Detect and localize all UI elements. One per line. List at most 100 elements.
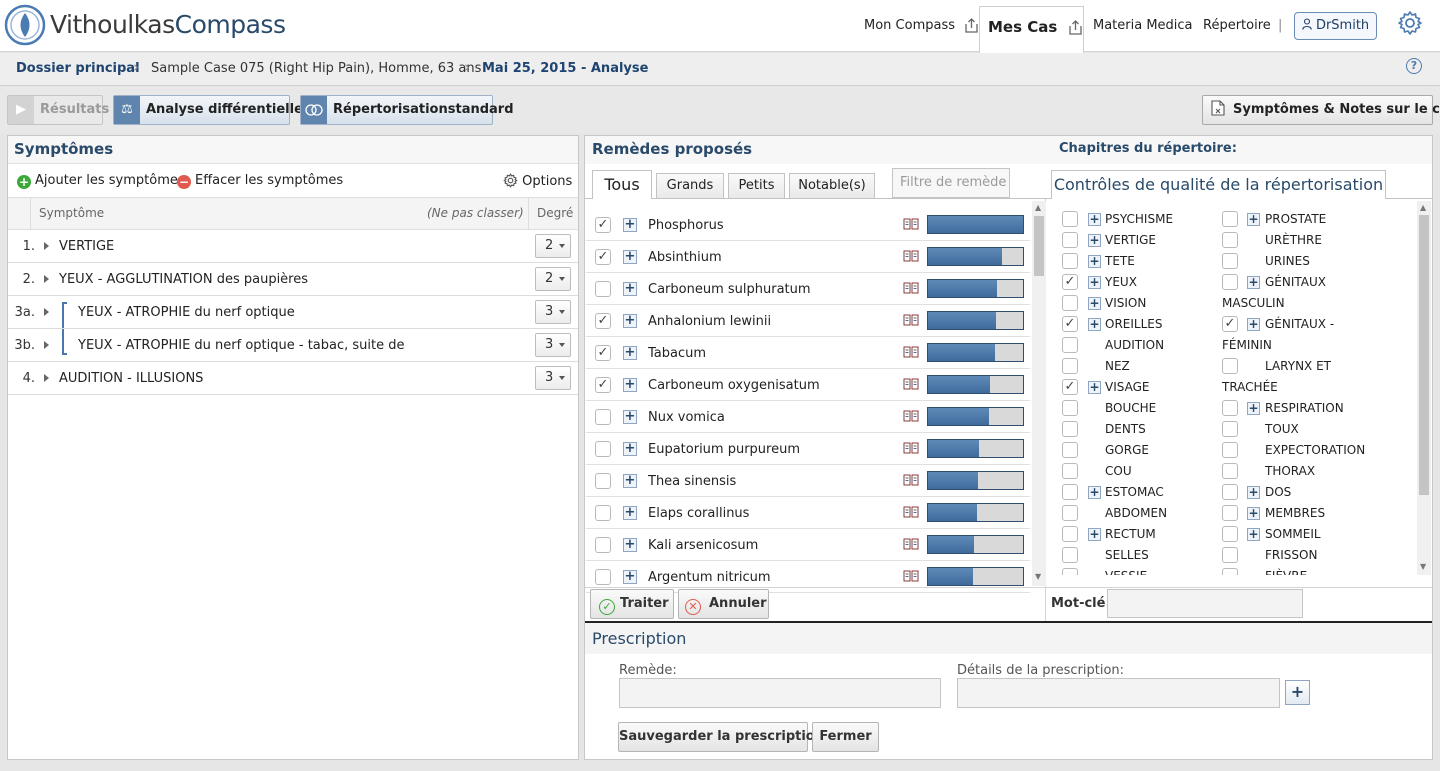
chapter-label[interactable]: YEUX [1105,275,1137,289]
degree-select[interactable]: 3 [535,366,571,390]
chapter-checkbox[interactable] [1062,442,1078,458]
expand-plus-icon[interactable]: + [1088,297,1101,310]
remedy-filter-input[interactable]: Filtre de remède [892,168,1010,198]
chapter-label[interactable]: DOS [1265,485,1291,499]
chapter-checkbox[interactable] [1062,400,1078,416]
chapter-checkbox[interactable] [1222,400,1238,416]
annuler-button[interactable]: ✕ Annuler [678,589,769,619]
chapter-label[interactable]: PROSTATE [1265,212,1326,226]
chapter-label[interactable]: ESTOMAC [1105,485,1164,499]
remedy-checkbox[interactable]: ✓ [595,345,611,361]
tab-petits[interactable]: Petits [728,173,785,198]
expand-plus-icon[interactable]: + [623,442,637,456]
chapter-label[interactable]: OREILLES [1105,317,1162,331]
repertorisation-standard-button[interactable]: Répertorisationstandard [300,95,514,125]
chapter-checkbox[interactable] [1222,526,1238,542]
close-button[interactable]: Fermer [812,722,879,752]
scroll-thumb[interactable] [1034,216,1044,276]
expand-plus-icon[interactable]: + [623,538,637,552]
remedy-name[interactable]: Anhalonium lewinii [648,314,771,329]
chapter-label[interactable]: EXPECTORATION [1265,443,1365,457]
chapter-checkbox[interactable] [1062,547,1078,563]
expand-plus-icon[interactable]: + [1088,528,1101,541]
chapter-checkbox[interactable]: ✓ [1062,274,1078,290]
expand-plus-icon[interactable]: + [1088,318,1101,331]
chapter-label[interactable]: VISAGE [1105,380,1149,394]
remedy-name[interactable]: Carboneum sulphuratum [648,282,811,297]
details-input[interactable] [957,678,1280,708]
expand-plus-icon[interactable]: + [1247,213,1260,226]
chapter-label[interactable]: COU [1105,464,1132,478]
chapter-label[interactable]: AUDITION [1105,338,1164,352]
breadcrumb-analyse[interactable]: Mai 25, 2015 - Analyse [482,61,648,76]
chapter-checkbox[interactable] [1062,253,1078,269]
book-icon[interactable] [903,409,919,422]
chapter-label[interactable]: RESPIRATION [1265,401,1344,415]
remedy-checkbox[interactable]: ✓ [595,217,611,233]
chapter-label[interactable]: TETE [1105,254,1135,268]
column-ne-pas-classer[interactable]: (Ne pas classer) [427,206,524,220]
chapter-checkbox[interactable] [1222,505,1238,521]
chapter-label[interactable]: URÈTHRE [1265,233,1322,247]
chapter-checkbox[interactable] [1222,463,1238,479]
chapter-label[interactable]: FRISSON [1265,548,1317,562]
book-icon[interactable] [903,505,919,518]
book-icon[interactable] [903,569,919,582]
expand-plus-icon[interactable]: + [623,250,637,264]
chapter-checkbox[interactable] [1062,358,1078,374]
remedy-name[interactable]: Nux vomica [648,410,725,425]
chapter-checkbox[interactable] [1062,232,1078,248]
chapter-checkbox[interactable] [1062,484,1078,500]
book-icon[interactable] [903,441,919,454]
symptomes-notes-button[interactable]: Symptômes & Notes sur le cas [1202,95,1440,125]
chapter-label[interactable]: LARYNX ET [1265,359,1331,373]
remedy-name[interactable]: Eupatorium purpureum [648,442,800,457]
scroll-down-icon[interactable]: ▼ [1035,572,1041,581]
add-symptoms-link[interactable]: + Ajouter les symptômes [17,173,185,189]
degree-select[interactable]: 2 [535,267,571,291]
tab-tous[interactable]: Tous [592,170,652,199]
expand-plus-icon[interactable]: + [623,314,637,328]
scroll-down-icon[interactable]: ▼ [1420,562,1426,571]
remedy-checkbox[interactable]: ✓ [595,249,611,265]
chapter-label[interactable]: VESSIE [1105,569,1147,575]
expand-plus-icon[interactable]: + [1247,486,1260,499]
book-icon[interactable] [903,281,919,294]
breadcrumb-dossier[interactable]: Dossier principal [16,61,140,76]
chapter-label[interactable]: DENTS [1105,422,1146,436]
chapter-checkbox[interactable] [1222,421,1238,437]
chapter-checkbox[interactable] [1062,337,1078,353]
expand-plus-icon[interactable]: + [623,410,637,424]
chapter-label[interactable]: MEMBRES [1265,506,1325,520]
chapter-label[interactable]: PSYCHISME [1105,212,1173,226]
remedy-checkbox[interactable] [595,505,611,521]
chapters-scrollbar[interactable]: ▲ ▼ [1417,201,1431,575]
analyse-differentielle-button[interactable]: ⚖ Analyse différentielle [113,95,303,125]
remede-input[interactable] [619,678,941,708]
remedy-name[interactable]: Phosphorus [648,218,724,233]
chapter-checkbox[interactable] [1062,526,1078,542]
expand-plus-icon[interactable]: + [623,346,637,360]
expand-plus-icon[interactable]: + [623,378,637,392]
chapter-label[interactable]: ABDOMEN [1105,506,1167,520]
brand-name[interactable]: VithoulkasCompass [50,10,286,39]
chapter-label[interactable]: TOUX [1265,422,1299,436]
nav-repertoire[interactable]: Répertoire [1203,0,1271,52]
traiter-button[interactable]: ✓ Traiter [590,589,674,619]
chapter-checkbox[interactable]: ✓ [1062,379,1078,395]
expand-plus-icon[interactable]: + [1247,402,1260,415]
remedy-checkbox[interactable] [595,537,611,553]
remedy-checkbox[interactable]: ✓ [595,313,611,329]
expand-triangle-icon[interactable] [44,341,49,349]
compass-logo-icon[interactable] [4,4,46,46]
expand-plus-icon[interactable]: + [1088,213,1101,226]
chapter-checkbox[interactable] [1222,253,1238,269]
expand-plus-icon[interactable]: + [623,570,637,584]
chapter-checkbox[interactable] [1222,274,1238,290]
expand-triangle-icon[interactable] [44,242,49,250]
help-icon[interactable]: ? [1406,58,1422,74]
remedy-name[interactable]: Absinthium [648,250,722,265]
remedy-name[interactable]: Tabacum [648,346,706,361]
chapter-checkbox[interactable] [1062,463,1078,479]
tab-grands[interactable]: Grands [656,173,724,198]
